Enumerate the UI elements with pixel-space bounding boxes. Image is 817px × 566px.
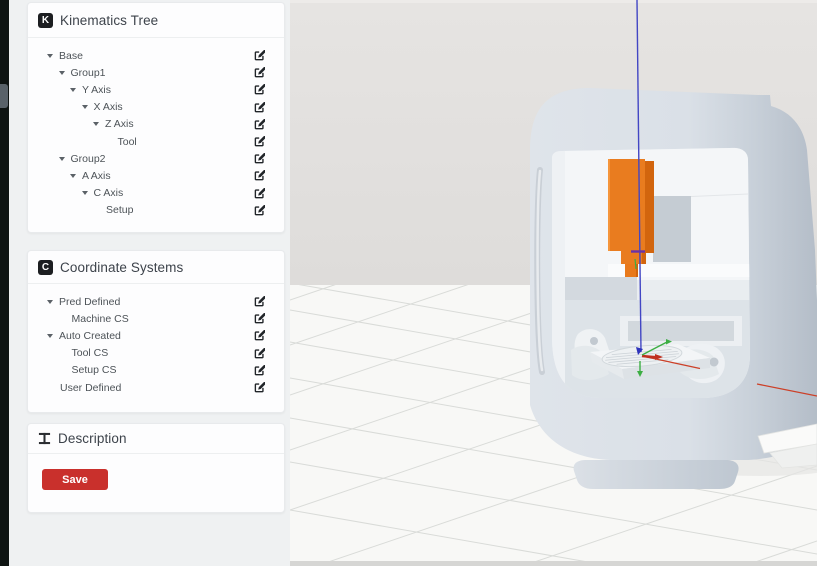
tree-item-label: Group1 — [71, 67, 106, 79]
tree-item[interactable]: Setup — [47, 202, 266, 219]
edit-button[interactable] — [253, 102, 266, 113]
caret-down-icon[interactable] — [82, 105, 88, 109]
edit-button[interactable] — [253, 50, 266, 61]
tree-item-label: Pred Defined — [59, 296, 120, 308]
kinematics-tree-panel: K Kinematics Tree Base Group1 Y Axis X Axis… — [27, 2, 285, 233]
caret-down-icon[interactable] — [93, 122, 99, 126]
tree-indent — [47, 175, 70, 176]
edit-button[interactable] — [253, 188, 266, 199]
tree-item[interactable]: Tool — [47, 133, 266, 150]
edit-button[interactable] — [253, 330, 266, 341]
kinematics-badge-icon: K — [38, 13, 53, 28]
edit-button[interactable] — [253, 205, 266, 216]
caret-down-icon[interactable] — [70, 88, 76, 92]
tree-item-label: Group2 — [71, 153, 106, 165]
tree-indent — [47, 141, 105, 142]
tree-indent — [47, 72, 59, 73]
tree-item-label: Base — [59, 50, 83, 62]
caret-down-icon[interactable] — [82, 191, 88, 195]
edit-button[interactable] — [253, 382, 266, 393]
description-panel-title: Description — [58, 431, 127, 446]
edit-button[interactable] — [253, 313, 266, 324]
caret-down-icon[interactable] — [59, 71, 65, 75]
interior-gray-panel — [653, 196, 691, 262]
tree-indent — [47, 210, 93, 211]
tree-indent — [47, 89, 70, 90]
sidebar: K Kinematics Tree Base Group1 Y Axis X Axis… — [9, 0, 290, 566]
tree-item[interactable]: Base — [47, 47, 266, 64]
kinematics-panel-header: K Kinematics Tree — [28, 3, 284, 38]
app-root: K Kinematics Tree Base Group1 Y Axis X Axis… — [0, 0, 817, 566]
left-rail — [0, 0, 9, 566]
tree-item[interactable]: Z Axis — [47, 116, 266, 133]
edit-button[interactable] — [253, 136, 266, 147]
coordinate-panel-header: C Coordinate Systems — [28, 251, 284, 284]
tree-item-label: C Axis — [94, 187, 124, 199]
trunnion-right-hole — [710, 358, 719, 367]
tree-indent — [47, 318, 59, 319]
tree-indent — [47, 124, 93, 125]
tree-item-label: Auto Created — [59, 330, 121, 342]
tree-item[interactable]: Auto Created — [47, 327, 266, 344]
coordinate-badge-icon: C — [38, 260, 53, 275]
edit-button[interactable] — [253, 67, 266, 78]
tree-item[interactable]: Machine CS — [47, 310, 266, 327]
back-frame-inner — [628, 321, 734, 341]
edit-button[interactable] — [253, 84, 266, 95]
tree-item[interactable]: Group1 — [47, 64, 266, 81]
edit-button[interactable] — [253, 365, 266, 376]
caret-down-icon[interactable] — [47, 300, 53, 304]
kinematics-tree: Base Group1 Y Axis X Axis Z Axis Tool Group2 A … — [28, 38, 284, 225]
trunnion-left-hole — [590, 337, 598, 345]
tree-item[interactable]: Tool CS — [47, 345, 266, 362]
edit-button[interactable] — [253, 153, 266, 164]
edit-button[interactable] — [253, 170, 266, 181]
text-height-icon — [38, 432, 51, 445]
tree-indent — [47, 193, 82, 194]
edit-button[interactable] — [253, 119, 266, 130]
description-panel-header: Description — [28, 424, 284, 454]
caret-down-icon[interactable] — [47, 334, 53, 338]
coordinate-tree: Pred Defined Machine CS Auto Created Tool C… — [28, 284, 284, 402]
coordinate-panel-title: Coordinate Systems — [60, 260, 183, 275]
edit-button[interactable] — [253, 348, 266, 359]
tree-item-label: X Axis — [94, 101, 123, 113]
tree-item-label: Tool — [118, 136, 137, 148]
tree-item-label: Setup CS — [72, 364, 117, 376]
tree-item-label: A Axis — [82, 170, 111, 182]
tree-item[interactable]: X Axis — [47, 99, 266, 116]
tree-item[interactable]: Pred Defined — [47, 293, 266, 310]
coordinate-systems-panel: C Coordinate Systems Pred Defined Machine… — [27, 250, 285, 413]
tree-item[interactable]: C Axis — [47, 185, 266, 202]
caret-down-icon[interactable] — [70, 174, 76, 178]
tree-item-label: Tool CS — [72, 347, 109, 359]
viewport-bottom-strip — [290, 561, 817, 566]
tree-item-label: Machine CS — [72, 313, 129, 325]
tree-item-label: Y Axis — [82, 84, 111, 96]
tree-item[interactable]: User Defined — [47, 379, 266, 396]
description-body: Save — [28, 454, 284, 490]
rail-handle-button[interactable] — [0, 84, 8, 108]
edit-button[interactable] — [253, 296, 266, 307]
tree-item[interactable]: Group2 — [47, 150, 266, 167]
kinematics-panel-title: Kinematics Tree — [60, 13, 158, 28]
tree-item[interactable]: Setup CS — [47, 362, 266, 379]
caret-down-icon[interactable] — [47, 54, 53, 58]
tree-indent — [47, 370, 59, 371]
caret-down-icon[interactable] — [59, 157, 65, 161]
tree-indent — [47, 353, 59, 354]
tree-item-label: User Defined — [60, 382, 121, 394]
wall-top-strip — [290, 0, 817, 3]
tree-indent — [47, 158, 59, 159]
machine-foot — [574, 460, 739, 489]
tree-item[interactable]: Y Axis — [47, 81, 266, 98]
interior-left-jamb — [552, 149, 565, 389]
tree-item-label: Setup — [106, 204, 133, 216]
tree-item[interactable]: A Axis — [47, 167, 266, 184]
tree-item-label: Z Axis — [105, 118, 134, 130]
viewport-3d[interactable] — [290, 0, 817, 566]
tree-indent — [47, 107, 82, 108]
save-button[interactable]: Save — [42, 469, 108, 490]
description-panel: Description Save — [27, 423, 285, 513]
